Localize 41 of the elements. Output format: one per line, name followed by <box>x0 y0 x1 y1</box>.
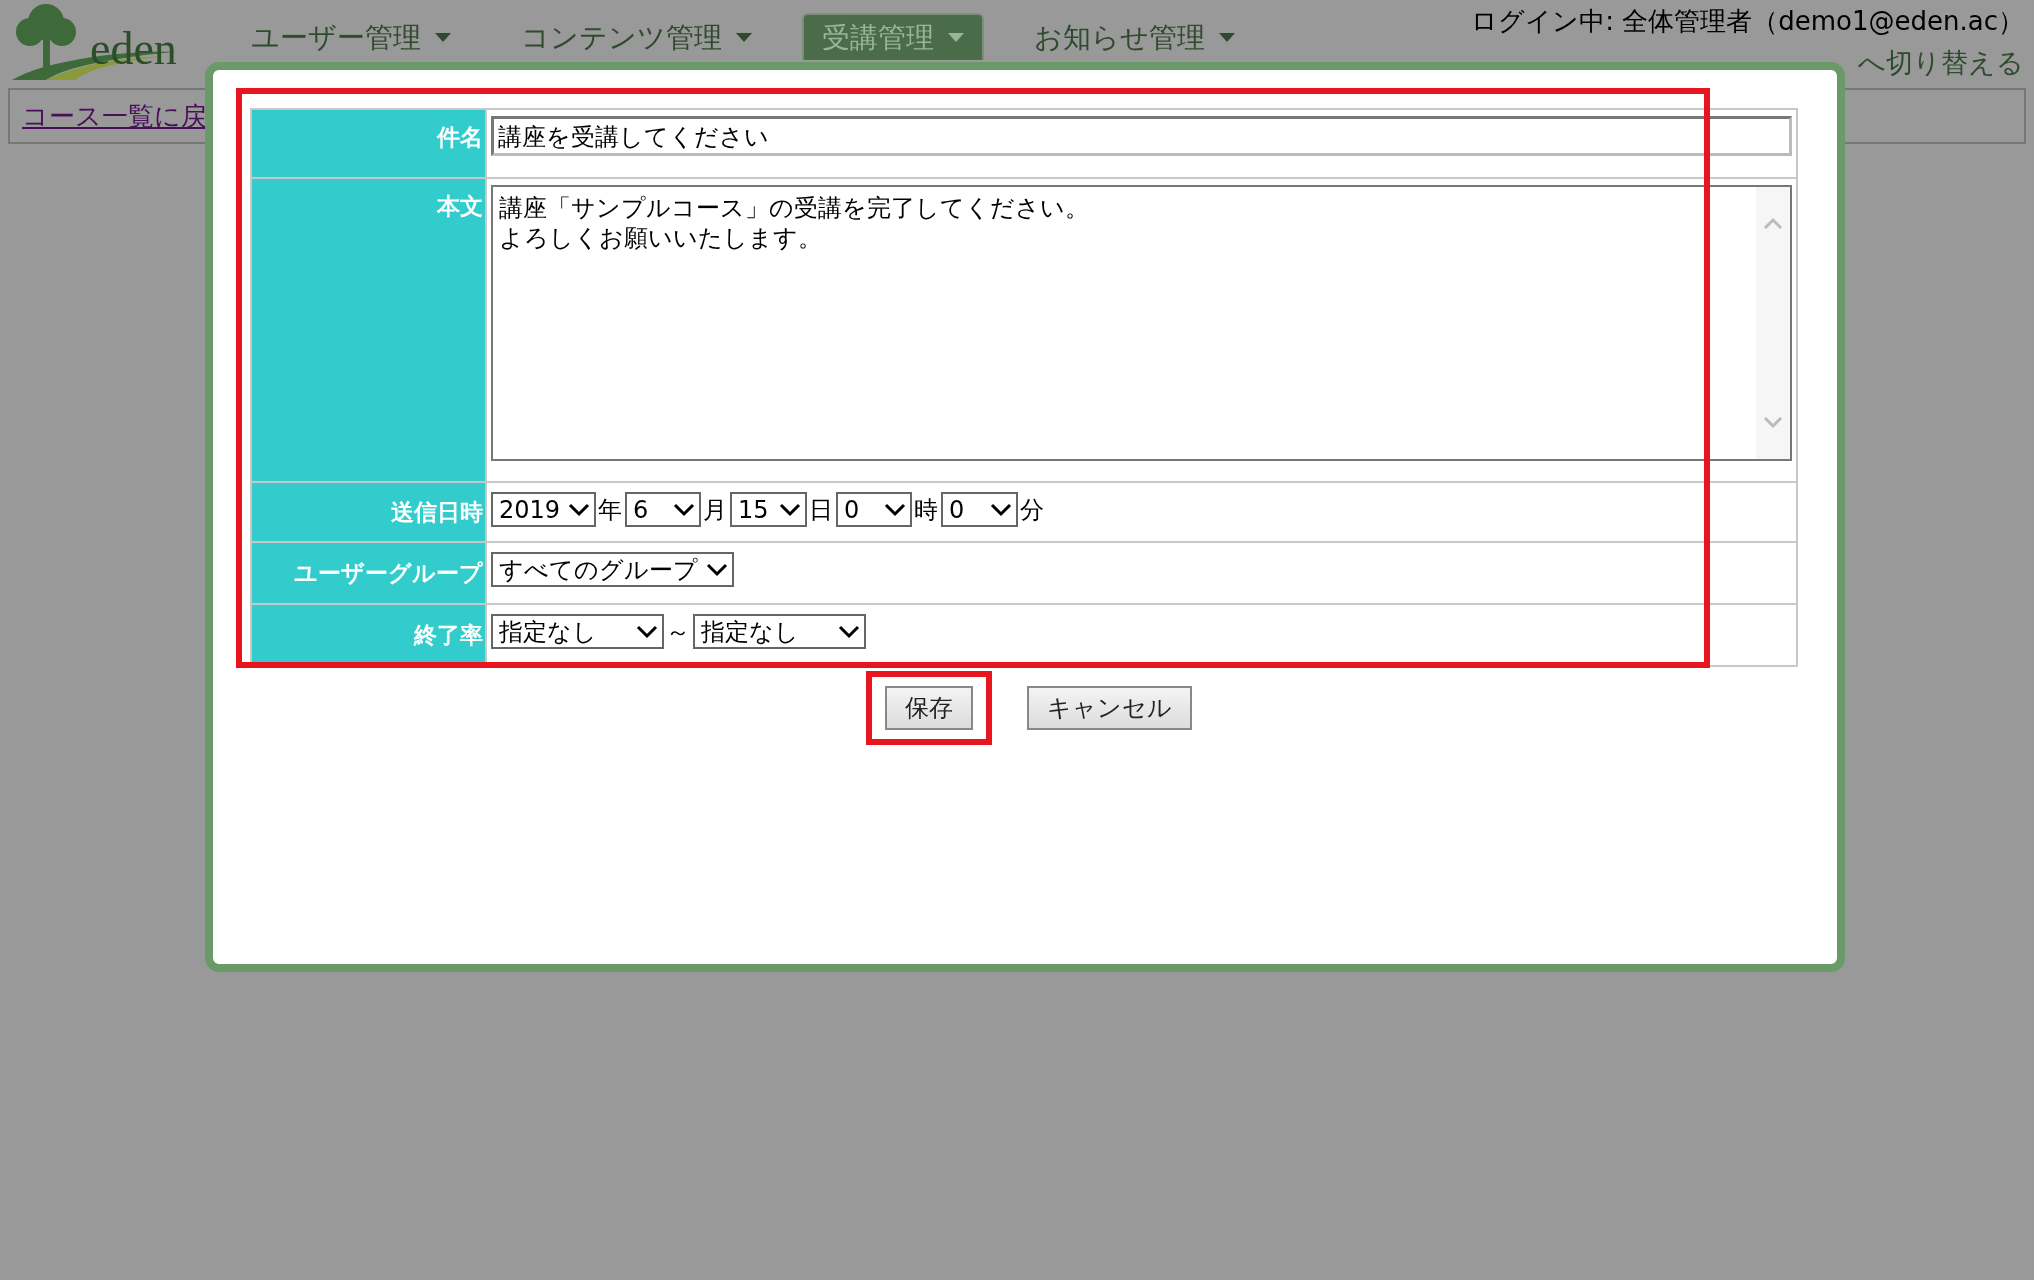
unit-text: 月 <box>703 494 727 526</box>
chevron-down-icon <box>779 502 801 517</box>
dropdown-select[interactable]: 15 <box>730 492 807 527</box>
chevron-down-icon <box>706 562 728 577</box>
chevron-down-icon <box>884 502 906 517</box>
scroll-up-icon[interactable] <box>1763 217 1783 229</box>
unit-text: 日 <box>809 494 833 526</box>
caret-icon <box>435 33 451 42</box>
message-textarea[interactable]: 講座「サンプルコース」の受講を完了してください。 よろしくお願いいたします。 <box>491 185 1792 461</box>
unit-text: ～ <box>666 616 690 648</box>
message-line: 講座「サンプルコース」の受講を完了してください。 <box>499 193 1090 223</box>
unit-text: 年 <box>598 494 622 526</box>
dropdown-select[interactable]: すべてのグループ <box>491 552 734 587</box>
chevron-down-icon <box>990 502 1012 517</box>
message-line: よろしくお願いいたします。 <box>499 223 823 253</box>
dropdown-select[interactable]: 指定なし <box>693 614 866 649</box>
dialog-button[interactable]: 保存 <box>884 686 973 730</box>
field-label: ユーザーグループ <box>294 559 483 586</box>
dropdown-select[interactable]: 0 <box>941 492 1018 527</box>
dropdown-select[interactable]: 2019 <box>491 492 596 527</box>
chevron-down-icon <box>673 502 695 517</box>
chevron-down-icon <box>838 624 860 639</box>
unit-text: 分 <box>1020 494 1044 526</box>
chevron-down-icon <box>568 502 591 517</box>
dialog-button[interactable]: キャンセル <box>1026 686 1192 730</box>
field-label: 本文 <box>437 193 483 219</box>
caret-icon <box>1219 33 1235 42</box>
field-label: 送信日時 <box>391 498 483 525</box>
chevron-down-icon <box>636 624 658 639</box>
back-to-courses-link[interactable]: コース一覧に戻 <box>22 98 207 134</box>
dropdown-select[interactable]: 0 <box>836 492 912 527</box>
subject-field[interactable]: 講座を受講してください <box>491 116 1792 156</box>
scroll-down-icon[interactable] <box>1763 417 1783 429</box>
unit-text: 時 <box>914 494 938 526</box>
dropdown-select[interactable]: 指定なし <box>491 614 664 649</box>
field-label: 終了率 <box>414 621 483 648</box>
caret-icon <box>736 33 752 42</box>
caret-icon <box>948 33 964 42</box>
dropdown-select[interactable]: 6 <box>625 492 701 527</box>
field-label: 件名 <box>437 124 483 150</box>
login-status-text: ログイン中: 全体管理者（demo1@eden.ac） <box>1471 5 2024 38</box>
